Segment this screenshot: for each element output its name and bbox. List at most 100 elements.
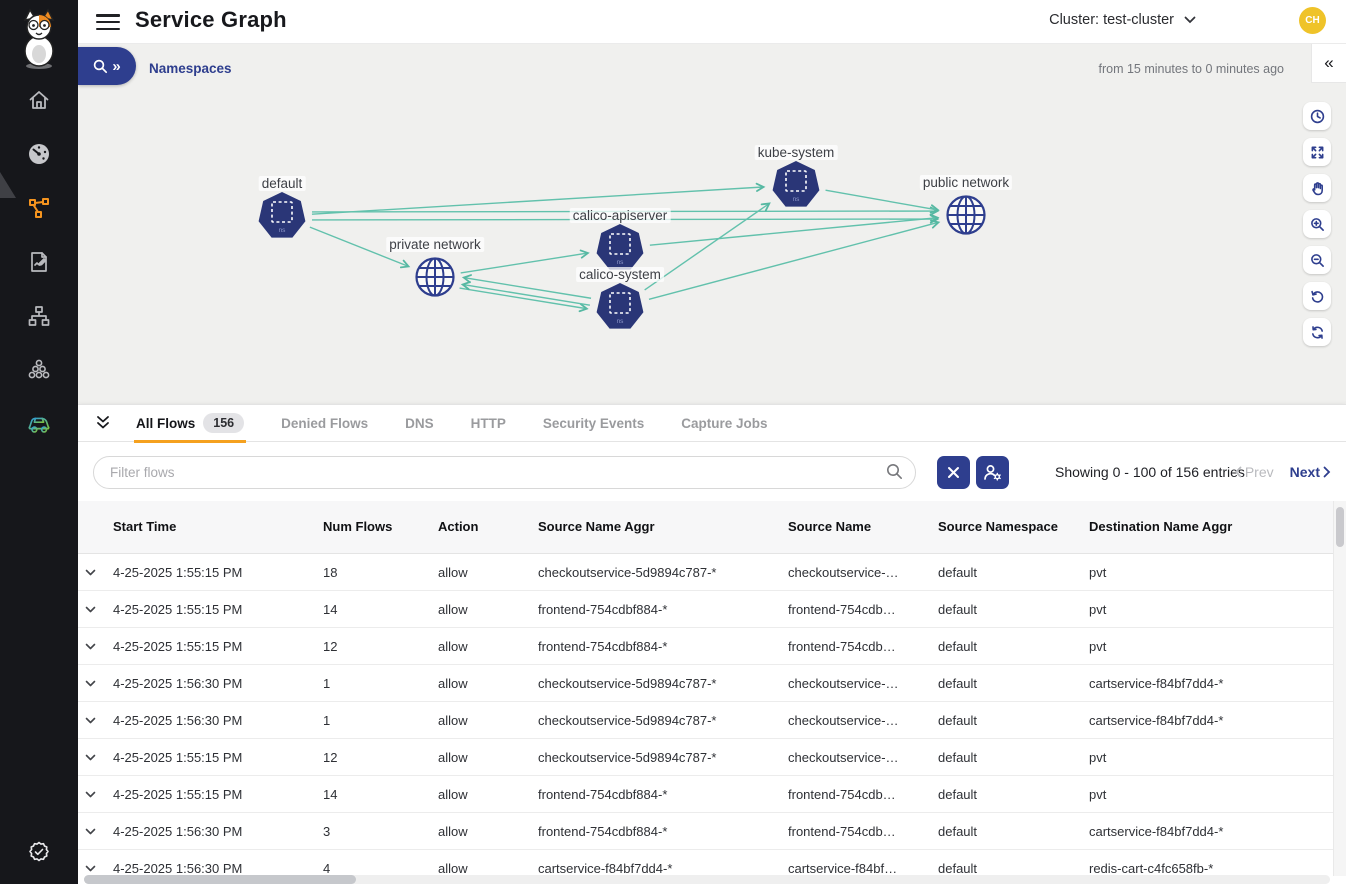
graph-node-kube-system[interactable]: ns [770, 159, 822, 216]
cell-action: allow [438, 565, 538, 580]
sidebar-item-traffic[interactable] [25, 410, 53, 438]
cell-action: allow [438, 676, 538, 691]
col-source-namespace[interactable]: Source Namespace [938, 519, 1089, 535]
row-expand-chevron-icon[interactable] [78, 791, 113, 798]
cell-start-time: 4-25-2025 1:56:30 PM [113, 861, 323, 876]
flow-table-row[interactable]: 4-25-2025 1:55:15 PM 12 allow checkoutse… [78, 739, 1333, 776]
row-expand-chevron-icon[interactable] [78, 717, 113, 724]
column-customization-button[interactable] [976, 456, 1009, 489]
cluster-selector[interactable]: Cluster: test-cluster [1049, 12, 1196, 28]
flows-tabs: All Flows 156 Denied Flows DNS HTTP Secu… [78, 405, 1346, 442]
tab-all-flows[interactable]: All Flows 156 [134, 405, 246, 442]
cell-action: allow [438, 787, 538, 802]
flow-table-row[interactable]: 4-25-2025 1:55:15 PM 14 allow frontend-7… [78, 591, 1333, 628]
cell-destination-name-aggr: pvt [1089, 787, 1333, 802]
graph-node-label: calico-apiserver [570, 208, 671, 223]
panel-collapse-button[interactable] [94, 415, 112, 431]
col-source-name[interactable]: Source Name [788, 519, 938, 535]
sidebar-item-tiers[interactable] [25, 302, 53, 330]
graph-edge [826, 190, 938, 210]
cell-destination-name-aggr: pvt [1089, 565, 1333, 580]
cell-action: allow [438, 750, 538, 765]
cluster-selector-label: Cluster: test-cluster [1049, 12, 1174, 28]
cell-destination-name-aggr: pvt [1089, 639, 1333, 654]
sidebar-item-compliance[interactable] [25, 838, 53, 866]
fit-screen-button[interactable] [1303, 138, 1331, 166]
col-source-name-aggr[interactable]: Source Name Aggr [538, 519, 788, 535]
prev-page-button[interactable]: Prev [1234, 464, 1274, 480]
pan-button[interactable] [1303, 174, 1331, 202]
zoom-in-button[interactable] [1303, 210, 1331, 238]
table-vertical-scrollbar[interactable] [1333, 501, 1346, 876]
filter-search-icon[interactable] [886, 463, 903, 485]
horizontal-scrollbar-thumb[interactable] [84, 875, 356, 884]
sidebar-item-dashboard[interactable] [25, 140, 53, 168]
flow-table-row[interactable]: 4-25-2025 1:56:30 PM 3 allow frontend-75… [78, 813, 1333, 850]
tab-dns[interactable]: DNS [403, 405, 436, 442]
row-expand-chevron-icon[interactable] [78, 865, 113, 872]
col-start-time[interactable]: Start Time [113, 519, 323, 535]
row-expand-chevron-icon[interactable] [78, 754, 113, 761]
policies-icon [27, 250, 51, 274]
tab-security-events[interactable]: Security Events [541, 405, 646, 442]
graph-search-button[interactable]: » [78, 47, 136, 85]
graph-node-label: default [259, 176, 306, 191]
sidebar-notch [0, 172, 16, 198]
row-expand-chevron-icon[interactable] [78, 569, 113, 576]
refresh-button[interactable] [1303, 318, 1331, 346]
row-expand-chevron-icon[interactable] [78, 606, 113, 613]
flow-table-row[interactable]: 4-25-2025 1:56:30 PM 1 allow checkoutser… [78, 665, 1333, 702]
collapse-panel-button[interactable]: « [1311, 44, 1346, 83]
search-icon [93, 59, 108, 74]
home-icon [27, 88, 51, 112]
col-action[interactable]: Action [438, 519, 538, 535]
row-expand-chevron-icon[interactable] [78, 680, 113, 687]
cell-source-name-aggr: frontend-754cdbf884-* [538, 787, 788, 802]
flows-table-header: Start Time Num Flows Action Source Name … [78, 501, 1333, 554]
dashboard-gauge-icon [27, 142, 51, 166]
graph-node-label: kube-system [755, 145, 838, 160]
pagination-status: Showing 0 - 100 of 156 entries [1055, 464, 1245, 480]
filter-flows-input[interactable] [93, 456, 916, 489]
flow-table-row[interactable]: 4-25-2025 1:55:15 PM 12 allow frontend-7… [78, 628, 1333, 665]
tab-capture-jobs[interactable]: Capture Jobs [679, 405, 769, 442]
vertical-scrollbar-thumb[interactable] [1336, 507, 1344, 547]
graph-node-label: calico-system [576, 267, 664, 282]
col-destination-name-aggr[interactable]: Destination Name Aggr [1089, 519, 1333, 535]
sidebar-item-home[interactable] [25, 86, 53, 114]
graph-node-default[interactable]: ns [256, 190, 308, 247]
zoom-out-button[interactable] [1303, 246, 1331, 274]
flow-table-row[interactable]: 4-25-2025 1:56:30 PM 1 allow checkoutser… [78, 702, 1333, 739]
cell-source-name-aggr: frontend-754cdbf884-* [538, 639, 788, 654]
refresh-icon [1310, 325, 1325, 340]
graph-node-calico-system[interactable]: ns [594, 281, 646, 338]
cell-num-flows: 1 [323, 713, 438, 728]
cell-action: allow [438, 824, 538, 839]
service-graph-canvas[interactable]: ns default private network ns calico-api… [78, 90, 1346, 404]
next-page-button[interactable]: Next [1290, 464, 1331, 480]
tab-denied-flows[interactable]: Denied Flows [279, 405, 370, 442]
flow-table-row[interactable]: 4-25-2025 1:55:15 PM 18 allow checkoutse… [78, 554, 1333, 591]
sidebar-item-service-graph[interactable] [25, 194, 53, 222]
avatar[interactable]: CH [1299, 7, 1326, 34]
clear-filter-button[interactable] [937, 456, 970, 489]
row-expand-chevron-icon[interactable] [78, 828, 113, 835]
undo-layout-button[interactable] [1303, 282, 1331, 310]
breadcrumb[interactable]: Namespaces [149, 61, 232, 76]
sidebar-item-endpoints[interactable] [25, 356, 53, 384]
cell-destination-name-aggr: pvt [1089, 750, 1333, 765]
time-settings-button[interactable] [1303, 102, 1331, 130]
tab-http[interactable]: HTTP [469, 405, 508, 442]
row-expand-chevron-icon[interactable] [78, 643, 113, 650]
namespace-node-icon: ns [256, 190, 308, 242]
flow-table-row[interactable]: 4-25-2025 1:55:15 PM 14 allow frontend-7… [78, 776, 1333, 813]
svg-text:ns: ns [279, 227, 287, 234]
graph-node-public-network[interactable] [944, 193, 988, 242]
hamburger-menu-icon[interactable] [96, 12, 120, 32]
graph-node-private-network[interactable] [413, 255, 457, 304]
table-horizontal-scrollbar[interactable] [84, 875, 1330, 884]
sidebar-nav [0, 86, 78, 438]
sidebar-item-policies[interactable] [25, 248, 53, 276]
col-num-flows[interactable]: Num Flows [323, 519, 438, 535]
svg-text:ns: ns [793, 196, 801, 203]
